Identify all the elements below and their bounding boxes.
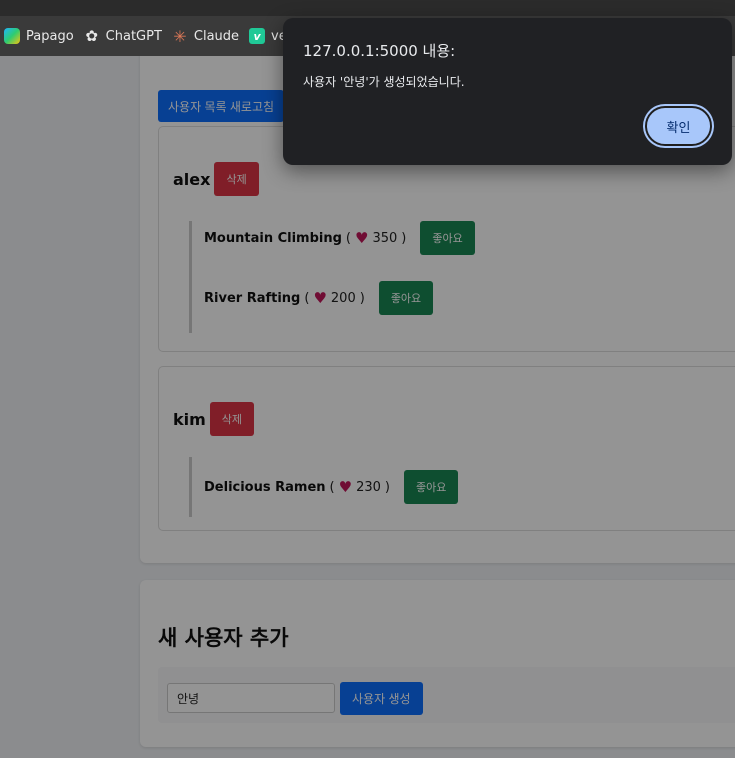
chatgpt-icon: ✿ bbox=[85, 27, 98, 45]
bookmark-label: Papago bbox=[26, 28, 74, 44]
papago-icon bbox=[4, 28, 20, 44]
claude-icon: ✳ bbox=[173, 26, 187, 46]
velog-icon: v bbox=[249, 28, 266, 44]
bookmark-chatgpt[interactable]: ✿ ChatGPT bbox=[82, 16, 170, 56]
bookmark-label: Claude bbox=[193, 28, 240, 44]
dialog-ok-button[interactable]: 확인 bbox=[645, 106, 712, 146]
bookmark-claude[interactable]: ✳ Claude bbox=[170, 16, 247, 56]
browser-tab-strip bbox=[0, 0, 735, 16]
dialog-message: 사용자 '안녕'가 생성되었습니다. bbox=[303, 75, 465, 89]
bookmark-label: ChatGPT bbox=[105, 28, 162, 44]
dialog-title: 127.0.0.1:5000 내용: bbox=[303, 42, 456, 60]
bookmark-papago[interactable]: Papago bbox=[2, 16, 82, 56]
